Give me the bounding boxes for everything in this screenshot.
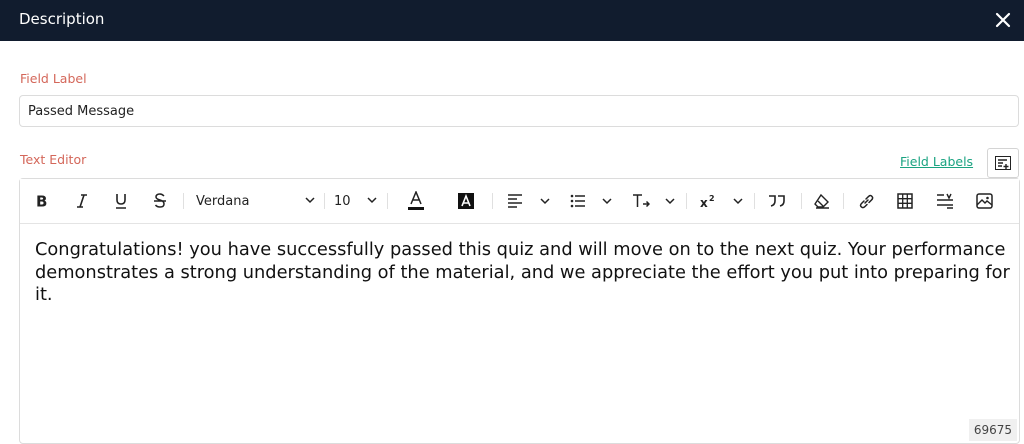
font-family-value: Verdana — [196, 193, 250, 209]
field-label-caption: Field Label — [20, 71, 87, 86]
modal-title: Description — [19, 10, 105, 28]
toolbar-separator — [801, 193, 802, 209]
rich-text-editor: B Verdana 10 x 2 Congratulations! you ha… — [19, 178, 1020, 444]
highlight-color-icon[interactable] — [457, 190, 475, 212]
strikethrough-icon[interactable] — [152, 190, 168, 212]
editor-content[interactable]: Congratulations! you have successfully p… — [35, 239, 1010, 307]
chevron-down-icon[interactable] — [732, 194, 744, 212]
chevron-down-icon — [366, 194, 378, 210]
clear-format-icon[interactable] — [813, 190, 831, 212]
font-size-value: 10 — [334, 193, 351, 209]
chevron-down-icon[interactable] — [539, 194, 551, 212]
toolbar-separator — [324, 193, 325, 209]
close-icon[interactable] — [988, 5, 1018, 35]
editor-toolbar: B Verdana 10 x 2 — [20, 179, 1019, 224]
field-label-input[interactable] — [19, 95, 1019, 127]
table-icon[interactable] — [896, 190, 914, 212]
toolbar-separator — [387, 193, 388, 209]
blockquote-icon[interactable] — [767, 190, 787, 212]
superscript-icon[interactable]: x2 — [699, 190, 717, 212]
link-icon[interactable] — [857, 190, 875, 212]
underline-icon[interactable] — [113, 190, 129, 212]
toolbar-separator — [686, 193, 687, 209]
character-counter: 69675 — [968, 419, 1017, 441]
chevron-down-icon — [304, 194, 316, 210]
bold-icon[interactable]: B — [34, 190, 50, 212]
text-editor-caption: Text Editor — [20, 152, 87, 167]
font-size-select[interactable]: 10 — [334, 190, 378, 212]
italic-icon[interactable] — [74, 190, 90, 212]
font-color-icon[interactable] — [407, 190, 425, 212]
svg-text:x: x — [700, 196, 708, 209]
insert-field-icon — [995, 156, 1011, 170]
align-left-icon[interactable] — [506, 190, 524, 212]
bulleted-list-icon[interactable] — [569, 190, 587, 212]
svg-text:B: B — [36, 193, 47, 209]
chevron-down-icon[interactable] — [664, 194, 676, 212]
line-height-icon[interactable] — [935, 190, 955, 212]
toolbar-separator — [183, 193, 184, 209]
insert-field-button[interactable] — [987, 148, 1019, 178]
font-family-select[interactable]: Verdana — [196, 190, 316, 212]
modal-header: Description — [0, 0, 1024, 41]
chevron-down-icon[interactable] — [601, 194, 613, 212]
text-direction-icon[interactable] — [632, 190, 650, 212]
svg-text:2: 2 — [709, 194, 715, 203]
toolbar-separator — [843, 193, 844, 209]
toolbar-separator — [754, 193, 755, 209]
image-icon[interactable] — [975, 190, 993, 212]
toolbar-separator — [492, 193, 493, 209]
field-labels-link[interactable]: Field Labels — [900, 154, 973, 169]
